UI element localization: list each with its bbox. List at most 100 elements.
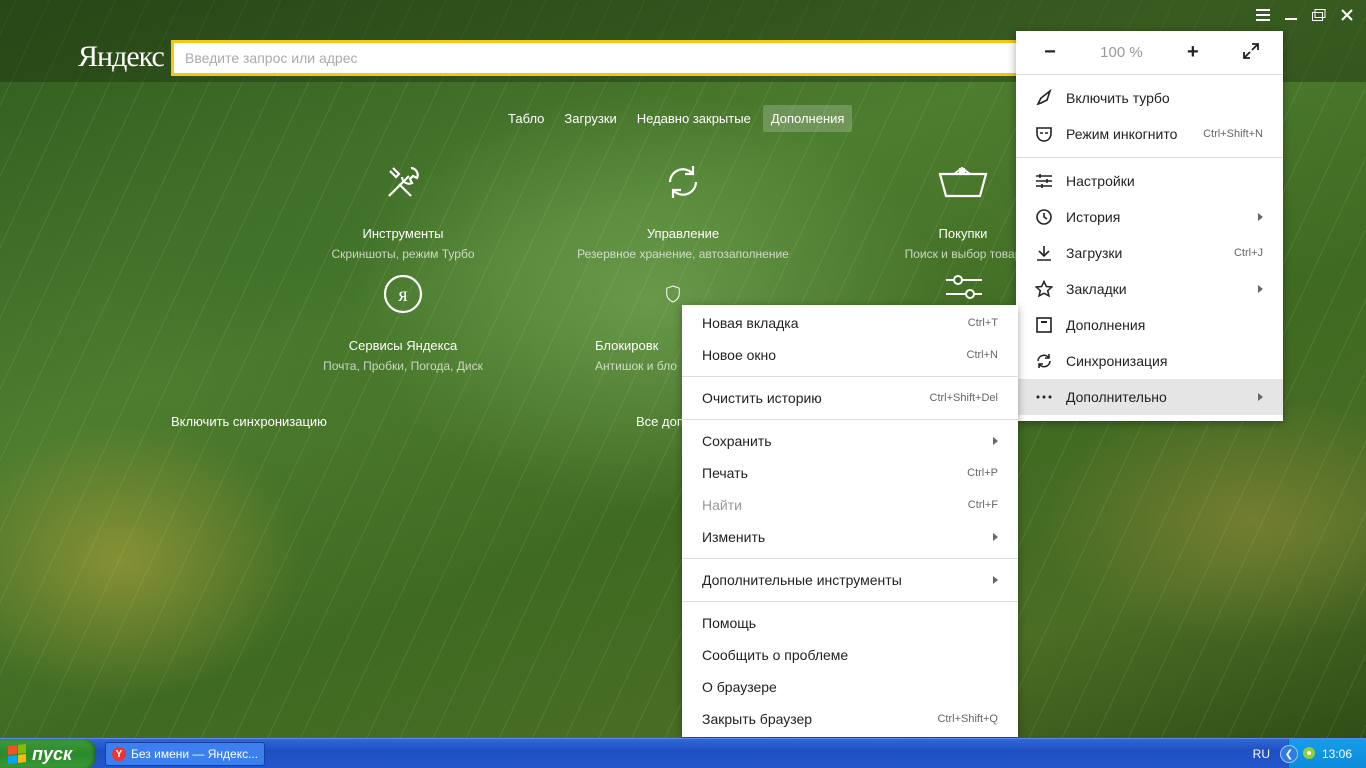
search-input[interactable] [174,43,1031,73]
menu-item-label: Новая вкладка [702,315,799,331]
newtab-tabs: Табло Загрузки Недавно закрытые Дополнен… [500,105,856,132]
menu-item-label: Печать [702,465,748,481]
tile-subtitle: Антишок и бло [595,359,677,373]
enable-sync-link[interactable]: Включить синхронизацию [171,414,327,429]
taskbar: пуск Y Без имени — Яндекс... RU 13:06 ❮ [0,738,1366,768]
menu-item-label: Очистить историю [702,390,822,406]
window-controls [1254,6,1356,24]
menu-item-shortcut: Ctrl+N [966,349,998,361]
menu-item-sync[interactable]: Синхронизация [1016,343,1283,379]
tile-tools[interactable]: Инструменты Скриншоты, режим Турбо [283,160,523,261]
sync-icon [563,160,803,204]
menu-item-shortcut: Ctrl+P [967,467,998,479]
chevron-right-icon [1258,393,1263,401]
submenu-item-new-window[interactable]: Новое окно Ctrl+N [682,339,1018,371]
zoom-level: 100 % [1100,44,1143,61]
menu-item-label: Закладки [1066,281,1127,297]
more-icon [1034,387,1054,407]
windows-logo-icon [8,744,26,764]
menu-item-downloads[interactable]: Загрузки Ctrl+J [1016,235,1283,271]
menu-item-label: Синхронизация [1066,353,1168,369]
menu-item-shortcut: Ctrl+Shift+N [1203,128,1263,140]
download-icon [1034,243,1054,263]
tab-addons[interactable]: Дополнения [762,105,853,132]
clock[interactable]: 13:06 [1322,747,1352,761]
more-submenu: Новая вкладка Ctrl+T Новое окно Ctrl+N Очи… [682,305,1018,737]
menu-item-label: Изменить [702,529,766,545]
submenu-item-clear-history[interactable]: Очистить историю Ctrl+Shift+Del [682,382,1018,414]
menu-item-shortcut: Ctrl+Shift+Q [937,713,998,725]
menu-item-bookmarks[interactable]: Закладки [1016,271,1283,307]
language-indicator[interactable]: RU [1253,747,1270,761]
menu-item-shortcut: Ctrl+J [1233,247,1263,259]
yandex-icon: я [283,272,523,316]
tab-downloads[interactable]: Загрузки [556,105,624,132]
shield-icon [595,272,681,316]
tile-manage[interactable]: Управление Резервное хранение, автозапол… [563,160,803,261]
submenu-item-exit[interactable]: Закрыть браузер Ctrl+Shift+Q [682,703,1018,735]
start-button[interactable]: пуск [0,739,96,768]
network-icon[interactable] [1302,746,1316,763]
menu-item-label: Дополнительные инструменты [702,572,902,588]
chevron-right-icon [993,437,998,445]
menu-item-label: Настройки [1066,173,1135,189]
menu-item-more[interactable]: Дополнительно [1016,379,1283,415]
menu-item-label: Дополнительно [1066,389,1167,405]
hamburger-menu-icon[interactable] [1254,6,1272,24]
menu-divider [682,419,1018,420]
tile-title: Инструменты [362,226,444,241]
menu-item-label: О браузере [702,679,777,695]
menu-item-shortcut: Ctrl+Shift+Del [929,392,998,404]
submenu-item-dev-tools[interactable]: Дополнительные инструменты [682,564,1018,596]
clock-icon [1034,207,1054,227]
tab-tablo[interactable]: Табло [500,105,552,132]
menu-item-label: История [1066,209,1121,225]
menu-item-addons[interactable]: Дополнения [1016,307,1283,343]
submenu-item-report[interactable]: Сообщить о проблеме [682,639,1018,671]
submenu-item-help[interactable]: Помощь [682,607,1018,639]
omnibox[interactable] [171,40,1031,76]
menu-item-label: Загрузки [1066,245,1123,261]
tab-recently-closed[interactable]: Недавно закрытые [629,105,759,132]
zoom-in-button[interactable]: + [1183,41,1203,64]
menu-item-label: Помощь [702,615,757,631]
tile-blocking[interactable]: Блокировк Антишок и бло [563,272,681,373]
browser-main-menu: − 100 % + Включить турбо Режим инкогнито… [1016,31,1283,421]
tools-icon [283,160,523,204]
fullscreen-icon[interactable] [1243,43,1259,62]
zoom-out-button[interactable]: − [1040,41,1060,64]
menu-item-incognito[interactable]: Режим инкогнито Ctrl+Shift+N [1016,116,1283,152]
tile-subtitle: Скриншоты, режим Турбо [331,247,475,261]
chevron-right-icon [993,533,998,541]
submenu-item-new-tab[interactable]: Новая вкладка Ctrl+T [682,307,1018,339]
menu-item-history[interactable]: История [1016,199,1283,235]
start-label: пуск [32,743,73,764]
menu-item-shortcut: Ctrl+F [967,499,998,511]
menu-item-label: Режим инкогнито [1066,126,1178,142]
yandex-logo[interactable]: Яндекс [78,40,165,74]
tray-expand-icon[interactable]: ❮ [1280,745,1298,763]
menu-item-shortcut: Ctrl+T [967,317,998,329]
menu-item-label: Новое окно [702,347,777,363]
submenu-item-edit[interactable]: Изменить [682,521,1018,553]
taskbar-window-button[interactable]: Y Без имени — Яндекс... [105,742,265,766]
rocket-icon [1034,88,1054,108]
minimize-icon[interactable] [1282,6,1300,24]
submenu-item-save[interactable]: Сохранить [682,425,1018,457]
sliders-icon [944,274,984,309]
tile-title: Сервисы Яндекса [348,338,458,353]
submenu-item-about[interactable]: О браузере [682,671,1018,703]
yandex-browser-icon: Y [112,747,126,761]
menu-item-settings[interactable]: Настройки [1016,163,1283,199]
chevron-right-icon [1258,213,1263,221]
close-icon[interactable] [1338,6,1356,24]
submenu-item-print[interactable]: Печать Ctrl+P [682,457,1018,489]
menu-item-turbo[interactable]: Включить турбо [1016,80,1283,116]
svg-text:я: я [398,284,407,306]
chevron-right-icon [993,576,998,584]
tile-yandex-services[interactable]: я Сервисы Яндекса Почта, Пробки, Погода,… [283,272,523,373]
all-addons-link[interactable]: Все доп [636,414,684,429]
restore-icon[interactable] [1310,6,1328,24]
menu-divider [682,376,1018,377]
star-icon [1034,279,1054,299]
